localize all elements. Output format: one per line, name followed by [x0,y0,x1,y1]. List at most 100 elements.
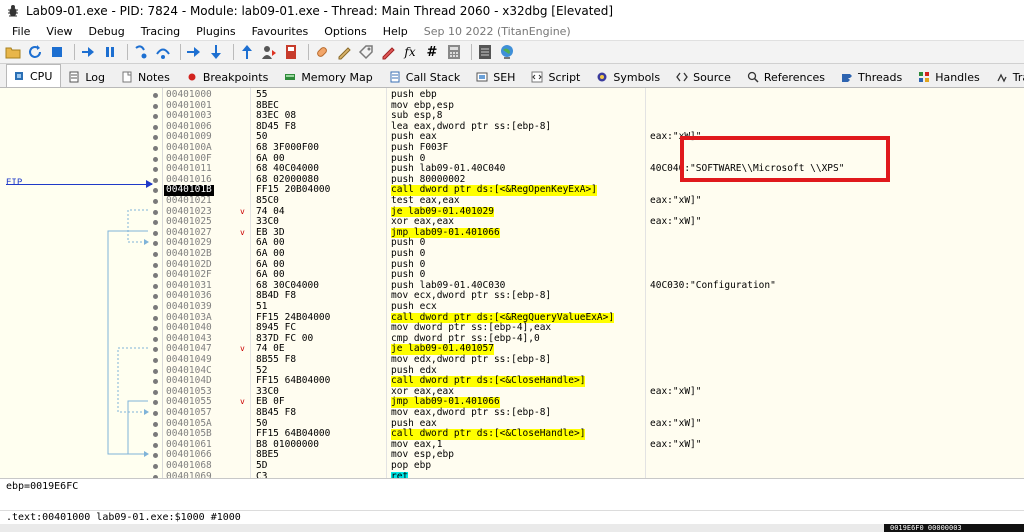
breakpoint-dot-icon[interactable] [153,368,158,374]
disasm-row[interactable]: 0040104D FF15 64B04000 call dword ptr ds:[… [0,376,1024,387]
step-into-icon[interactable] [132,43,150,61]
breakpoint-dot-icon[interactable] [153,135,158,141]
menu-options[interactable]: Options [316,25,374,38]
disassembly-view[interactable]: EIP 00401000 55 push ebp 00401001 8BEC mov eb… [0,88,1024,478]
breakpoint-dot-icon[interactable] [153,411,158,416]
disasm-row[interactable]: 00401036 8B4D F8 mov ecx,dword ptr ss:[ebp… [0,291,1024,302]
patch-icon[interactable] [313,43,331,61]
disasm-row[interactable]: 00401068 5D pop ebp [0,460,1024,472]
disasm-row[interactable]: 00401021 85C0 test eax,eax eax:"xW]" [0,195,1024,207]
disasm-row[interactable]: 00401029 6A 00 push 0 [0,238,1024,249]
menu-plugins[interactable]: Plugins [188,25,243,38]
notes-icon[interactable] [476,43,494,61]
disasm-row[interactable]: 00401061 B8 01000000 mov eax,1 eax:"xW]" [0,439,1024,451]
tab-breakpoints[interactable]: Breakpoints [179,66,278,87]
menu-view[interactable]: View [38,25,80,38]
breakpoint-dot-icon[interactable] [153,177,158,183]
disasm-row[interactable]: 00401049 8B55 F8 mov edx,dword ptr ss:[ebp… [0,354,1024,366]
tab-notes[interactable]: Notes [114,66,179,87]
breakpoint-dot-icon[interactable] [153,103,158,109]
breakpoint-dot-icon[interactable] [153,230,158,236]
menu-favourites[interactable]: Favourites [244,25,317,38]
disasm-row[interactable]: 00401057 8B45 F8 mov eax,dword ptr ss:[ebp… [0,407,1024,419]
tab-threads[interactable]: Threads [834,66,911,87]
tab-source[interactable]: Source [669,66,740,87]
breakpoint-dot-icon[interactable] [153,188,158,194]
breakpoint-dot-icon[interactable] [153,146,158,151]
execute-till-return-icon[interactable] [238,43,256,61]
tab-memory-map[interactable]: Memory Map [277,66,381,87]
breakpoint-dot-icon[interactable] [153,156,158,162]
tab-references[interactable]: References [740,66,834,87]
breakpoint-dot-icon[interactable] [153,93,158,98]
stop-icon[interactable] [48,43,66,61]
breakpoint-dot-icon[interactable] [153,400,158,406]
disasm-row[interactable]: 00401025 33C0 xor eax,eax eax:"xW]" [0,217,1024,228]
breakpoint-dot-icon[interactable] [153,347,158,353]
disasm-row[interactable]: 00401001 8BEC mov ebp,esp [0,100,1024,112]
menu-tracing[interactable]: Tracing [133,25,188,38]
breakpoint-dot-icon[interactable] [153,294,158,300]
disasm-row[interactable]: 00401023 v 74 04 je lab09-01.401029 [0,206,1024,218]
tab-symbols[interactable]: Symbols [589,66,669,87]
disasm-row[interactable]: 00401043 837D FC 00 cmp dword ptr ss:[ebp-… [0,333,1024,345]
tab-cpu[interactable]: CPU [6,64,62,87]
breakpoint-dot-icon[interactable] [153,241,158,247]
tab-trace[interactable]: Tra [989,66,1024,87]
disasm-row[interactable]: 00401066 8BE5 mov esp,ebp [0,450,1024,461]
breakpoint-dot-icon[interactable] [153,421,158,427]
calculator-icon[interactable] [445,43,463,61]
breakpoint-dot-icon[interactable] [153,442,158,448]
open-icon[interactable] [4,43,22,61]
hash-icon[interactable]: # [423,43,441,61]
disasm-row[interactable]: 00401006 8D45 F8 lea eax,dword ptr ss:[ebp… [0,121,1024,133]
menu-debug[interactable]: Debug [81,25,133,38]
disasm-row[interactable]: 0040105B FF15 64B04000 call dword ptr ds:[… [0,429,1024,440]
tab-handles[interactable]: Handles [911,66,989,87]
breakpoint-dot-icon[interactable] [153,114,158,120]
step-over-icon[interactable] [154,43,172,61]
breakpoint-dot-icon[interactable] [153,262,158,268]
disasm-row[interactable]: 0040102B 6A 00 push 0 [0,248,1024,260]
trace-over-icon[interactable] [207,43,225,61]
bookmark-icon[interactable] [379,43,397,61]
scylla-icon[interactable] [282,43,300,61]
breakpoint-dot-icon[interactable] [153,358,158,363]
breakpoint-dot-icon[interactable] [153,315,158,321]
breakpoint-dot-icon[interactable] [153,389,158,395]
pause-icon[interactable] [101,43,119,61]
breakpoint-dot-icon[interactable] [153,124,158,130]
disasm-row[interactable]: 00401027 v EB 3D jmp lab09-01.401066 [0,227,1024,239]
breakpoint-dot-icon[interactable] [153,464,158,469]
menu-file[interactable]: File [4,25,38,38]
label-icon[interactable] [357,43,375,61]
tab-log[interactable]: Log [61,66,114,87]
run-to-user-code-icon[interactable] [260,43,278,61]
breakpoint-dot-icon[interactable] [153,336,158,342]
tab-call-stack[interactable]: Call Stack [382,66,469,87]
breakpoint-dot-icon[interactable] [153,379,158,385]
breakpoint-dot-icon[interactable] [153,283,158,289]
breakpoint-dot-icon[interactable] [153,453,158,459]
breakpoint-dot-icon[interactable] [153,209,158,215]
disasm-row[interactable]: 0040101B FF15 20B04000 call dword ptr ds:[… [0,185,1024,196]
web-icon[interactable] [498,43,516,61]
breakpoint-dot-icon[interactable] [153,305,158,310]
disasm-row[interactable]: 0040102F 6A 00 push 0 [0,270,1024,281]
tab-script[interactable]: Script [524,66,589,87]
breakpoint-dot-icon[interactable] [153,432,158,438]
tab-seh[interactable]: SEH [469,66,524,87]
menu-help[interactable]: Help [375,25,416,38]
breakpoint-dot-icon[interactable] [153,220,158,226]
breakpoint-dot-icon[interactable] [153,326,158,332]
disasm-row[interactable]: 00401000 55 push ebp [0,89,1024,101]
disasm-row[interactable]: 00401039 51 push ecx [0,301,1024,313]
disasm-row[interactable]: 0040102D 6A 00 push 0 [0,259,1024,271]
breakpoint-dot-icon[interactable] [153,252,158,257]
run-icon[interactable] [79,43,97,61]
disasm-row[interactable]: 00401053 33C0 xor eax,eax eax:"xW]" [0,386,1024,398]
breakpoint-dot-icon[interactable] [153,167,158,173]
comment-icon[interactable] [335,43,353,61]
trace-into-icon[interactable] [185,43,203,61]
function-icon[interactable]: fx [401,43,419,61]
